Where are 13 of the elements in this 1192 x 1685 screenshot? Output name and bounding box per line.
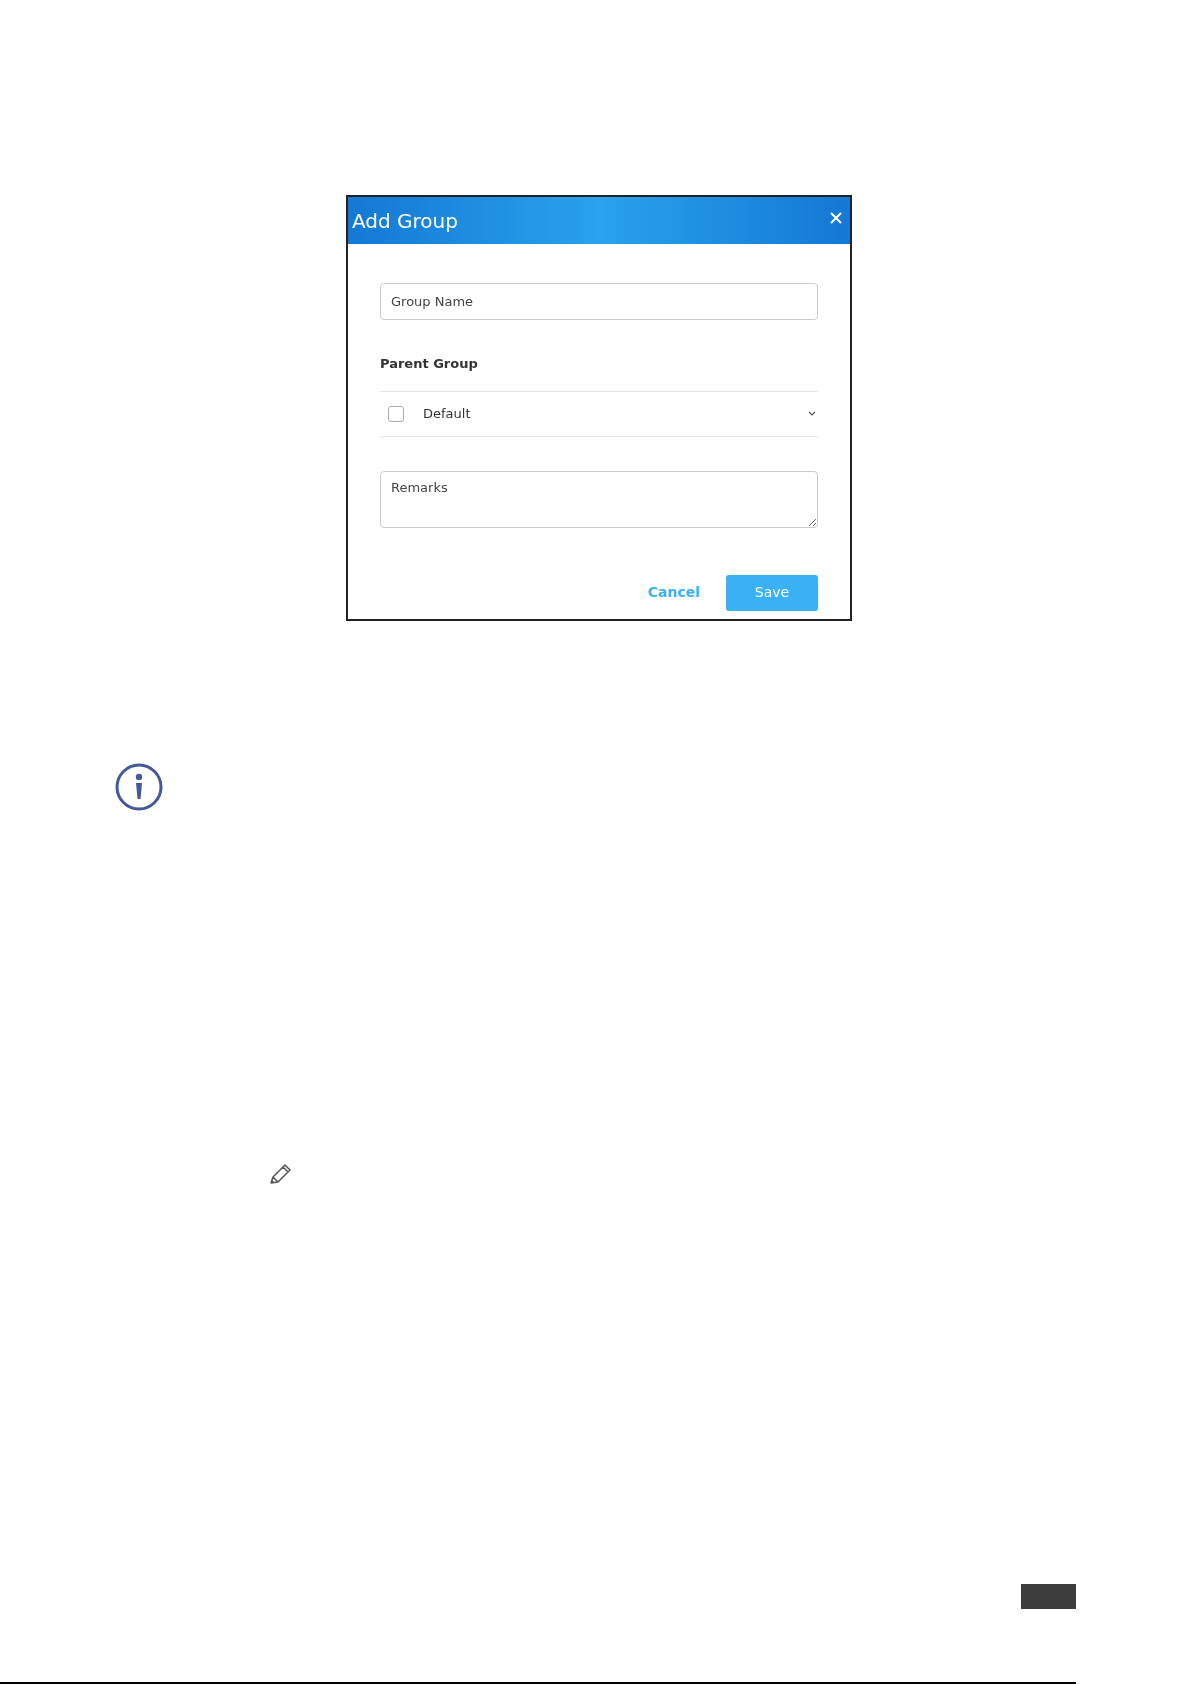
save-button[interactable]: Save [726, 574, 818, 611]
group-name-field[interactable]: Group Name [380, 283, 818, 320]
parent-group-label: Parent Group [380, 355, 479, 373]
remarks-field[interactable]: Remarks [380, 470, 818, 528]
pencil-icon [269, 1163, 293, 1185]
cancel-button[interactable]: Cancel [647, 582, 700, 603]
checkbox[interactable] [388, 405, 404, 422]
dialog-title: Add Group [352, 207, 458, 235]
group-option[interactable]: Default [423, 403, 808, 424]
chevron-down-icon[interactable] [808, 411, 816, 416]
close-icon[interactable] [830, 211, 842, 224]
page-number-box [1021, 1584, 1076, 1609]
info-icon [115, 763, 163, 811]
